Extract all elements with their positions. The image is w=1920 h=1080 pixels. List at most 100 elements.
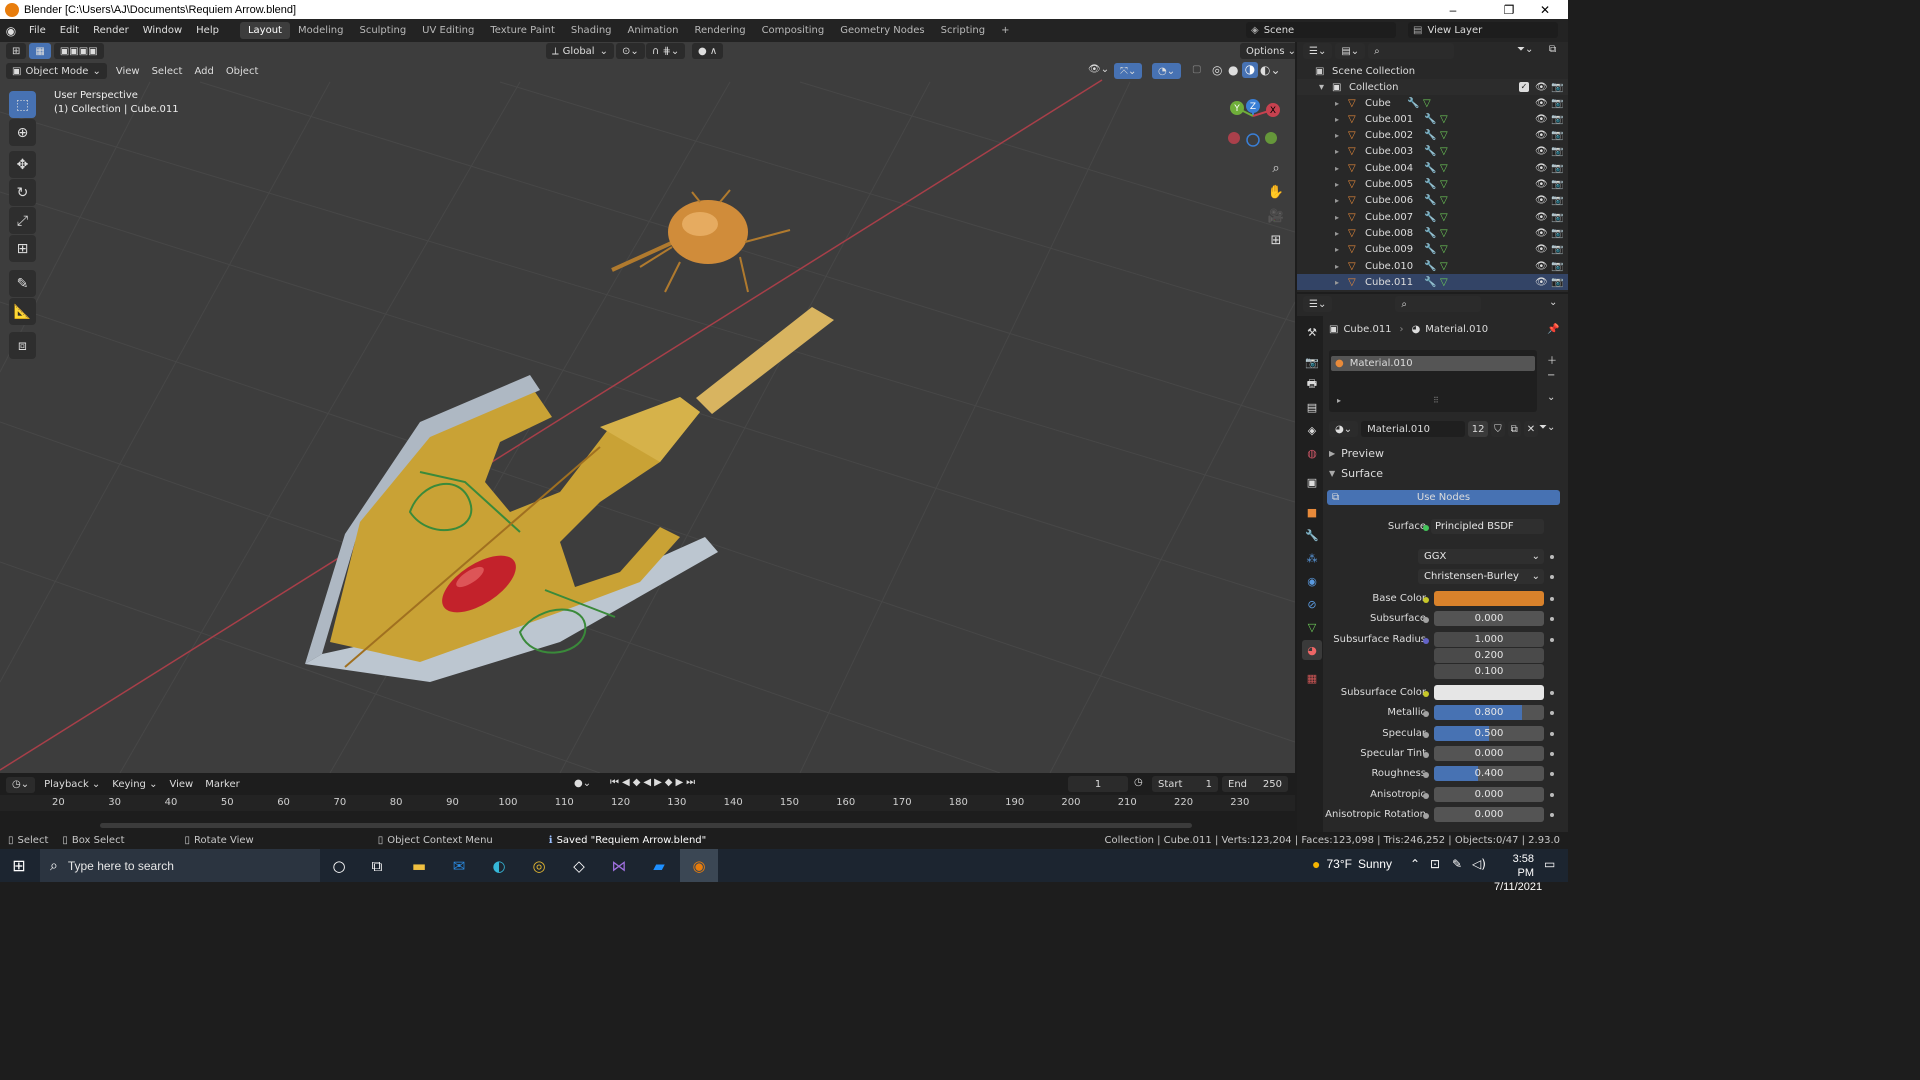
constraints-tab-icon[interactable]: ⊘	[1302, 594, 1322, 614]
expand-arrow-icon[interactable]: ▸	[1335, 196, 1339, 205]
tab-texture-paint[interactable]: Texture Paint	[482, 22, 563, 39]
store-icon[interactable]: ▰	[640, 849, 678, 882]
modifier-wrench-icon[interactable]: 🔧	[1424, 212, 1436, 223]
tab-shading[interactable]: Shading	[563, 22, 620, 39]
modifier-wrench-icon[interactable]: 🔧	[1424, 277, 1436, 288]
slider-field[interactable]: 0.400	[1434, 766, 1544, 782]
tab-modeling[interactable]: Modeling	[290, 22, 352, 39]
modifier-wrench-icon[interactable]: 🔧	[1424, 244, 1436, 255]
minimize-button[interactable]: –	[1430, 0, 1476, 19]
select-box-mode-icon[interactable]: ▦	[29, 43, 51, 59]
annotate-tool[interactable]: ✎	[9, 270, 36, 297]
eye-icon[interactable]: 👁	[1535, 130, 1548, 141]
color-swatch[interactable]	[1434, 591, 1544, 606]
timeline-view-menu[interactable]: View	[163, 779, 199, 790]
slider-field[interactable]: 0.000	[1434, 786, 1544, 802]
view-layer-selector[interactable]: ▤ View Layer	[1408, 22, 1558, 38]
menu-file[interactable]: File	[22, 25, 53, 36]
camera-icon[interactable]: 📷	[1551, 228, 1563, 239]
expand-arrow-icon[interactable]: ▸	[1335, 278, 1339, 287]
input-socket-icon[interactable]	[1423, 752, 1429, 758]
scene-selector[interactable]: ◈ Scene	[1246, 22, 1396, 38]
world-tab-icon[interactable]: ◍	[1302, 443, 1322, 463]
eye-icon[interactable]: 👁	[1535, 277, 1548, 288]
mesh-data-icon[interactable]: ▽	[1440, 163, 1448, 174]
eye-icon[interactable]: 👁	[1535, 114, 1548, 125]
outliner-object-row[interactable]: ▸ ▽ Cube.002 🔧 ▽ 👁 📷	[1297, 128, 1568, 144]
outliner-scene-collection[interactable]: ▣ Scene Collection	[1297, 63, 1568, 79]
modifier-wrench-icon[interactable]: 🔧	[1424, 130, 1436, 141]
camera-icon[interactable]: 📷	[1551, 195, 1563, 206]
mesh-data-icon[interactable]: ▽	[1440, 114, 1448, 125]
outliner-object-row[interactable]: ▸ ▽ Cube.009 🔧 ▽ 👁 📷	[1297, 242, 1568, 258]
outliner-object-row[interactable]: ▸ ▽ Cube.011 🔧 ▽ 👁 📷	[1297, 274, 1568, 291]
timeline-editor-type-icon[interactable]: ◷⌄	[6, 776, 36, 793]
scene-tab-icon[interactable]: ◈	[1302, 420, 1322, 440]
taskbar-search-box[interactable]: ⌕ Type here to search	[40, 849, 320, 882]
preview-panel-header[interactable]: ▶ Preview	[1329, 447, 1384, 460]
mesh-data-icon[interactable]: ▽	[1440, 261, 1448, 272]
rotate-tool[interactable]: ↻	[9, 179, 36, 206]
camera-icon[interactable]: 📷	[1551, 212, 1563, 223]
modifier-wrench-icon[interactable]: 🔧	[1407, 98, 1419, 109]
pivot-point-icon[interactable]: ⊙⌄	[616, 43, 645, 59]
eye-icon[interactable]: 👁	[1535, 212, 1548, 223]
camera-icon[interactable]: 📷	[1551, 114, 1563, 125]
cursor-tool[interactable]: ⊕	[9, 119, 36, 146]
modifier-wrench-icon[interactable]: 🔧	[1424, 146, 1436, 157]
material-tab-icon[interactable]: ◕	[1302, 640, 1322, 660]
use-nodes-button[interactable]: ⧉ Use Nodes	[1327, 490, 1560, 505]
camera-icon[interactable]: 📷	[1551, 244, 1563, 255]
slider-field[interactable]: 0.000	[1434, 807, 1544, 823]
slider-field[interactable]: 0.500	[1434, 725, 1544, 741]
tab-uv-editing[interactable]: UV Editing	[414, 22, 482, 39]
pin-icon[interactable]: 📌	[1547, 324, 1559, 335]
scale-tool[interactable]: ⤢	[9, 207, 36, 234]
animate-dot-icon[interactable]	[1550, 711, 1554, 716]
select-box-tool[interactable]: ⬚	[9, 91, 36, 118]
menu-help[interactable]: Help	[189, 25, 226, 36]
mesh-data-icon[interactable]: ▽	[1440, 244, 1448, 255]
animate-dot-icon[interactable]	[1550, 772, 1554, 777]
shading-solid-icon[interactable]: ●	[1228, 63, 1238, 77]
material-users-count[interactable]: 12	[1468, 421, 1489, 437]
end-frame-field[interactable]: End 250	[1222, 776, 1288, 792]
blender-taskbar-icon[interactable]: ◉	[680, 849, 718, 882]
chevron-down-icon[interactable]: ⌄	[1549, 297, 1557, 308]
expand-arrow-icon[interactable]: ▸	[1337, 396, 1341, 405]
animate-dot-icon[interactable]	[1550, 575, 1554, 579]
eye-icon[interactable]: 👁	[1535, 179, 1548, 190]
surface-shader-field[interactable]: Principled BSDF	[1431, 519, 1544, 534]
input-socket-icon[interactable]	[1423, 617, 1429, 624]
expand-arrow-icon[interactable]: ▸	[1335, 262, 1339, 271]
slider-field[interactable]: 0.800	[1434, 705, 1544, 721]
pan-hand-icon[interactable]: ✋	[1265, 181, 1287, 203]
slider-field[interactable]: 0.000	[1434, 746, 1544, 761]
resize-handle-icon[interactable]: ⠿	[1433, 396, 1439, 405]
view-layer-tab-icon[interactable]: ▤	[1302, 397, 1322, 417]
texture-tab-icon[interactable]: ▦	[1302, 668, 1322, 688]
frame-ruler[interactable]: 20 30 40 50 60 70 80 90 100 110 120 130 140 150 160 170…	[0, 795, 1295, 811]
filter-funnel-icon[interactable]: ⏷⌄	[1517, 44, 1533, 55]
visibility-eye-icon[interactable]: 👁⌄	[1088, 64, 1109, 75]
add-slot-plus-icon[interactable]: ＋	[1547, 352, 1557, 367]
transform-orientation-dropdown[interactable]: ⟂ Global ⌄	[546, 43, 614, 59]
mesh-data-icon[interactable]: ▽	[1440, 195, 1448, 206]
file-explorer-icon[interactable]: ▬	[400, 849, 438, 882]
camera-icon[interactable]: 📷	[1551, 163, 1563, 174]
output-tab-icon[interactable]: 🖶	[1302, 374, 1322, 394]
input-socket-icon[interactable]	[1423, 637, 1429, 644]
timeline-playback-menu[interactable]: Playback ⌄	[38, 779, 106, 790]
blender-menu-icon[interactable]: ◉	[0, 24, 22, 38]
input-socket-icon[interactable]	[1423, 597, 1429, 603]
eye-icon[interactable]: 👁	[1535, 163, 1548, 174]
tab-rendering[interactable]: Rendering	[686, 22, 753, 39]
subsurface-method-dropdown[interactable]: Christensen-Burley ⌄	[1418, 569, 1544, 584]
input-socket-icon[interactable]	[1423, 772, 1429, 779]
tool-tab-icon[interactable]: ⚒	[1302, 322, 1322, 342]
menu-add[interactable]: Add	[188, 66, 219, 77]
remove-slot-minus-icon[interactable]: −	[1547, 370, 1555, 381]
modifier-wrench-icon[interactable]: 🔧	[1424, 195, 1436, 206]
mesh-data-icon[interactable]: ▽	[1440, 277, 1448, 288]
shading-wireframe-icon[interactable]: ◎	[1212, 63, 1222, 77]
